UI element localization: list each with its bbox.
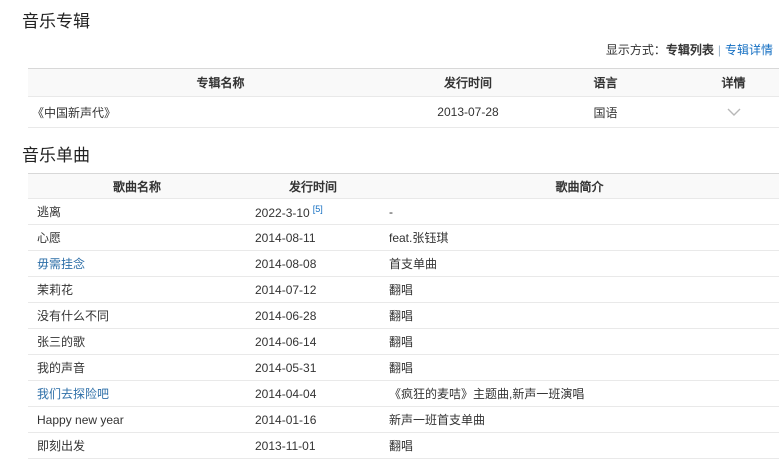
song-date: 2022-3-10 bbox=[255, 206, 310, 220]
song-date: 2014-05-31 bbox=[246, 355, 380, 381]
albums-header-language: 语言 bbox=[523, 69, 688, 97]
display-mode-separator: | bbox=[718, 43, 721, 57]
singles-section-title: 音乐单曲 bbox=[0, 128, 779, 166]
song-row: Happy new year 2014-01-16 新声一班首支单曲 bbox=[28, 407, 779, 433]
song-date: 2014-04-04 bbox=[246, 381, 380, 407]
song-date: 2014-06-14 bbox=[246, 329, 380, 355]
song-intro: 翻唱 bbox=[380, 277, 779, 303]
song-name: 心愿 bbox=[28, 225, 246, 251]
song-row: 心愿 2014-08-11 feat.张钰琪 bbox=[28, 225, 779, 251]
song-intro: 翻唱 bbox=[380, 329, 779, 355]
song-intro: 新声一班首支单曲 bbox=[380, 407, 779, 433]
album-name: 《中国新声代》 bbox=[28, 97, 413, 128]
song-date: 2013-11-01 bbox=[246, 433, 380, 459]
song-date: 2014-07-12 bbox=[246, 277, 380, 303]
album-language: 国语 bbox=[523, 97, 688, 128]
singles-table: 歌曲名称 发行时间 歌曲简介 逃离 2022-3-10[5] - 心愿 2014… bbox=[28, 173, 779, 459]
song-intro: 首支单曲 bbox=[380, 251, 779, 277]
song-intro: 《疯狂的麦咭》主题曲,新声一班演唱 bbox=[380, 381, 779, 407]
display-mode-album-list[interactable]: 专辑列表 bbox=[666, 43, 714, 57]
singles-header-date: 发行时间 bbox=[246, 174, 380, 199]
song-row: 我的声音 2014-05-31 翻唱 bbox=[28, 355, 779, 381]
song-name: 茉莉花 bbox=[28, 277, 246, 303]
song-name: 张三的歌 bbox=[28, 329, 246, 355]
song-row: 没有什么不同 2014-06-28 翻唱 bbox=[28, 303, 779, 329]
song-row: 张三的歌 2014-06-14 翻唱 bbox=[28, 329, 779, 355]
reference-link[interactable]: [5] bbox=[313, 204, 323, 214]
album-section-title: 音乐专辑 bbox=[0, 0, 779, 32]
albums-table: 专辑名称 发行时间 语言 详情 《中国新声代》 2013-07-28 国语 bbox=[28, 68, 779, 128]
song-name: 即刻出发 bbox=[28, 433, 246, 459]
albums-header-row: 专辑名称 发行时间 语言 详情 bbox=[28, 69, 779, 97]
song-row: 逃离 2022-3-10[5] - bbox=[28, 199, 779, 225]
album-date: 2013-07-28 bbox=[413, 97, 523, 128]
song-intro: - bbox=[380, 199, 779, 225]
albums-header-detail: 详情 bbox=[688, 69, 779, 97]
singles-header-name: 歌曲名称 bbox=[28, 174, 246, 199]
song-row: 茉莉花 2014-07-12 翻唱 bbox=[28, 277, 779, 303]
song-date: 2014-06-28 bbox=[246, 303, 380, 329]
singles-header-intro: 歌曲简介 bbox=[380, 174, 779, 199]
song-name: Happy new year bbox=[28, 407, 246, 433]
song-intro: 翻唱 bbox=[380, 303, 779, 329]
display-mode-label: 显示方式： bbox=[606, 43, 666, 57]
song-name-link[interactable]: 毋需挂念 bbox=[37, 257, 85, 271]
song-row: 我们去探险吧 2014-04-04 《疯狂的麦咭》主题曲,新声一班演唱 bbox=[28, 381, 779, 407]
albums-header-name: 专辑名称 bbox=[28, 69, 413, 97]
expand-album-detail-button[interactable] bbox=[723, 104, 745, 120]
display-mode-album-detail-link[interactable]: 专辑详情 bbox=[725, 43, 773, 57]
song-date: 2014-08-11 bbox=[246, 225, 380, 251]
song-name: 逃离 bbox=[28, 199, 246, 225]
album-row: 《中国新声代》 2013-07-28 国语 bbox=[28, 97, 779, 128]
albums-header-date: 发行时间 bbox=[413, 69, 523, 97]
song-name-link[interactable]: 我们去探险吧 bbox=[37, 387, 109, 401]
song-name: 没有什么不同 bbox=[28, 303, 246, 329]
song-intro: feat.张钰琪 bbox=[380, 225, 779, 251]
song-date: 2014-08-08 bbox=[246, 251, 380, 277]
chevron-down-icon bbox=[727, 105, 741, 119]
song-row: 毋需挂念 2014-08-08 首支单曲 bbox=[28, 251, 779, 277]
singles-header-row: 歌曲名称 发行时间 歌曲简介 bbox=[28, 174, 779, 199]
song-row: 即刻出发 2013-11-01 翻唱 bbox=[28, 433, 779, 459]
display-mode-bar: 显示方式：专辑列表 | 专辑详情 bbox=[0, 42, 779, 58]
song-intro: 翻唱 bbox=[380, 355, 779, 381]
song-date: 2014-01-16 bbox=[246, 407, 380, 433]
song-name: 我的声音 bbox=[28, 355, 246, 381]
song-intro: 翻唱 bbox=[380, 433, 779, 459]
